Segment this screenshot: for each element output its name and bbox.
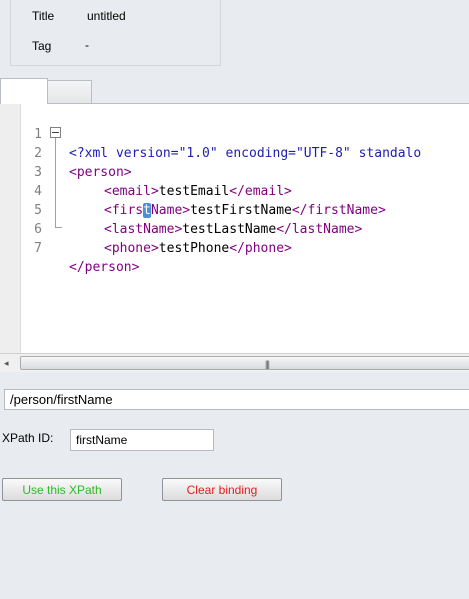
code-line: 1 <?xml version="1.0" encoding="UTF-8" s… xyxy=(0,106,469,161)
horizontal-scrollbar[interactable]: ◂ ||| xyxy=(0,353,469,372)
clear-binding-button[interactable]: Clear binding xyxy=(162,478,282,501)
title-label: Title xyxy=(32,9,55,23)
code-line: 5 <lastName>testLastName</lastName> xyxy=(0,182,469,237)
xml-text: testPhone xyxy=(158,241,230,256)
scroll-grip-icon: ||| xyxy=(265,359,270,369)
title-value: untitled xyxy=(87,9,126,23)
tab-xml-source[interactable] xyxy=(0,78,48,104)
line-number: 7 xyxy=(34,241,42,256)
xpath-input[interactable] xyxy=(4,389,469,410)
use-xpath-button[interactable]: Use this XPath xyxy=(2,478,122,501)
code-line: 7 </person> xyxy=(0,220,469,275)
tag-label: Tag xyxy=(32,39,52,53)
tag-value: - xyxy=(85,38,89,52)
code-line: 2 <person> xyxy=(0,125,469,180)
properties-panel: Title untitled Tag - xyxy=(10,0,221,66)
code-line: 4 <firstName>testFirstName</firstName> xyxy=(0,163,469,218)
xml-tag: </person> xyxy=(69,260,140,275)
xml-tag: <phone> xyxy=(104,241,159,256)
code-line: 3 <email>testEmail</email> xyxy=(0,144,469,199)
xpath-id-input[interactable] xyxy=(70,429,214,451)
scroll-left-arrow-icon[interactable]: ◂ xyxy=(4,358,9,369)
code-line: 6 <phone>testPhone</phone> xyxy=(0,201,469,256)
xpath-id-label: XPath ID: xyxy=(2,431,54,445)
scrollbar-thumb[interactable]: ||| xyxy=(20,356,469,370)
xml-editor[interactable]: 1 <?xml version="1.0" encoding="UTF-8" s… xyxy=(0,103,469,353)
tab-secondary[interactable] xyxy=(47,80,92,103)
xml-tag: </phone> xyxy=(229,241,292,256)
